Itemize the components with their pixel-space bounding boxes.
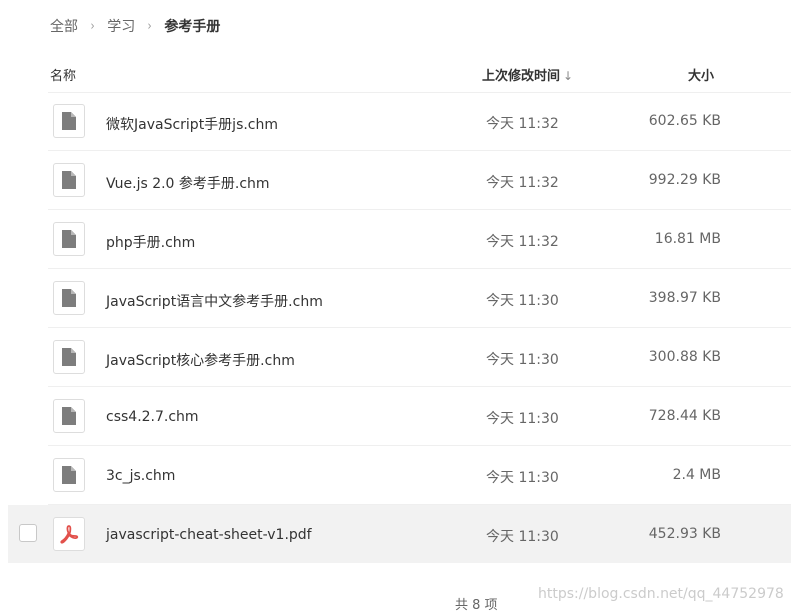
doc-icon bbox=[53, 458, 85, 492]
file-modified: 今天 11:30 bbox=[486, 352, 559, 368]
file-modified: 今天 11:32 bbox=[486, 175, 559, 191]
file-row[interactable]: Vue.js 2.0 参考手册.chm 今天 11:32 992.29 KB bbox=[48, 151, 791, 210]
file-name[interactable]: php手册.chm bbox=[106, 232, 195, 252]
column-header-name[interactable]: 名称 bbox=[50, 65, 76, 84]
table-header: 名称 上次修改时间 ↓ 大小 bbox=[48, 60, 791, 93]
file-modified: 今天 11:30 bbox=[486, 411, 559, 427]
breadcrumb: 全部 › 学习 › 参考手册 bbox=[50, 14, 220, 38]
file-size: 602.65 KB bbox=[648, 113, 721, 129]
chevron-right-icon: › bbox=[90, 18, 95, 34]
breadcrumb-item-study[interactable]: 学习 bbox=[107, 16, 135, 36]
breadcrumb-item-all[interactable]: 全部 bbox=[50, 16, 78, 36]
breadcrumb-item-current: 参考手册 bbox=[164, 19, 221, 35]
file-modified: 今天 11:30 bbox=[486, 529, 559, 545]
file-size: 16.81 MB bbox=[654, 231, 721, 247]
pdf-icon bbox=[53, 517, 85, 551]
file-modified: 今天 11:30 bbox=[486, 293, 559, 309]
file-name[interactable]: 3c_js.chm bbox=[106, 468, 175, 484]
file-row[interactable]: JavaScript语言中文参考手册.chm 今天 11:30 398.97 K… bbox=[48, 269, 791, 328]
file-name[interactable]: JavaScript语言中文参考手册.chm bbox=[106, 291, 323, 311]
file-size: 452.93 KB bbox=[648, 526, 721, 542]
file-row[interactable]: 3c_js.chm 今天 11:30 2.4 MB bbox=[48, 446, 791, 505]
column-header-modified[interactable]: 上次修改时间 ↓ bbox=[482, 65, 573, 84]
file-size: 728.44 KB bbox=[648, 408, 721, 424]
file-name[interactable]: Vue.js 2.0 参考手册.chm bbox=[106, 173, 270, 193]
file-size: 992.29 KB bbox=[648, 172, 721, 188]
doc-icon bbox=[53, 281, 85, 315]
file-row[interactable]: 微软JavaScript手册js.chm 今天 11:32 602.65 KB bbox=[48, 92, 791, 151]
file-name[interactable]: 微软JavaScript手册js.chm bbox=[106, 114, 278, 134]
file-name[interactable]: javascript-cheat-sheet-v1.pdf bbox=[106, 527, 312, 543]
file-list: 微软JavaScript手册js.chm 今天 11:32 602.65 KB … bbox=[8, 92, 791, 563]
file-row[interactable]: php手册.chm 今天 11:32 16.81 MB bbox=[48, 210, 791, 269]
file-name[interactable]: JavaScript核心参考手册.chm bbox=[106, 350, 295, 370]
column-header-modified-label: 上次修改时间 bbox=[482, 69, 561, 84]
file-size: 2.4 MB bbox=[672, 467, 721, 483]
file-modified: 今天 11:30 bbox=[486, 470, 559, 486]
item-count: 共 8 项 bbox=[455, 598, 498, 613]
file-row[interactable]: css4.2.7.chm 今天 11:30 728.44 KB bbox=[48, 387, 791, 446]
watermark: https://blog.csdn.net/qq_44752978 bbox=[538, 586, 784, 602]
file-modified: 今天 11:32 bbox=[486, 116, 559, 132]
doc-icon bbox=[53, 399, 85, 433]
column-header-size[interactable]: 大小 bbox=[688, 65, 714, 84]
file-row[interactable]: javascript-cheat-sheet-v1.pdf 今天 11:30 4… bbox=[8, 505, 791, 563]
file-row[interactable]: JavaScript核心参考手册.chm 今天 11:30 300.88 KB bbox=[48, 328, 791, 387]
doc-icon bbox=[53, 222, 85, 256]
file-modified: 今天 11:32 bbox=[486, 234, 559, 250]
file-name[interactable]: css4.2.7.chm bbox=[106, 409, 199, 425]
row-select-checkbox[interactable] bbox=[19, 524, 37, 542]
doc-icon bbox=[53, 340, 85, 374]
file-size: 300.88 KB bbox=[648, 349, 721, 365]
doc-icon bbox=[53, 163, 85, 197]
file-size: 398.97 KB bbox=[648, 290, 721, 306]
chevron-right-icon: › bbox=[147, 18, 152, 34]
sort-down-icon: ↓ bbox=[563, 69, 574, 83]
doc-icon bbox=[53, 104, 85, 138]
